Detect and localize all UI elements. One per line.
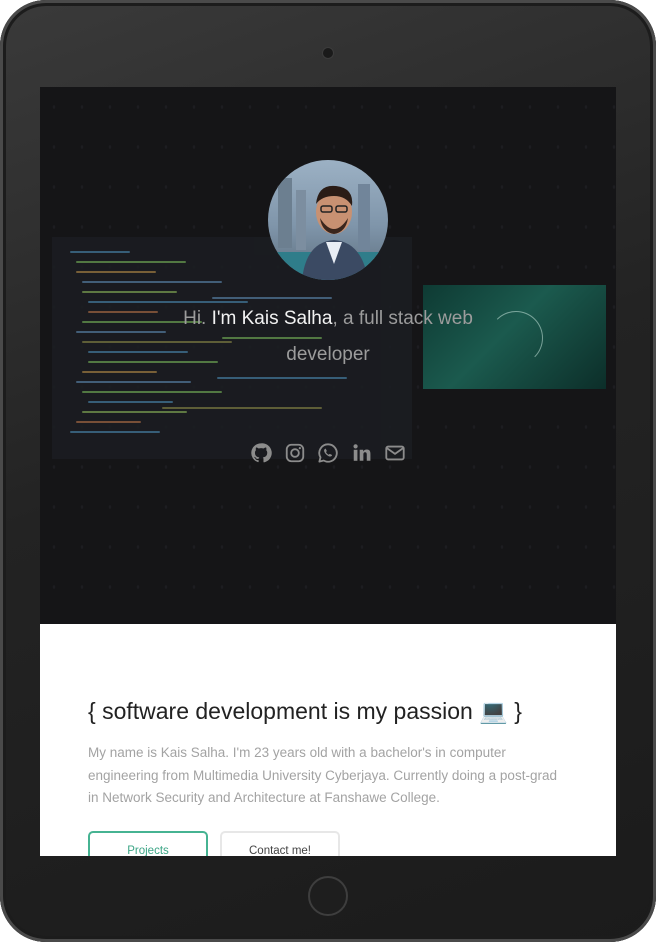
projects-button[interactable]: Projects bbox=[88, 831, 208, 856]
hero-intro: Hi. I'm Kais Salha, a full stack web dev… bbox=[178, 301, 478, 373]
contact-button[interactable]: Contact me! bbox=[220, 831, 340, 856]
whatsapp-icon[interactable] bbox=[317, 442, 339, 464]
avatar bbox=[268, 160, 388, 280]
intro-prefix: Hi. bbox=[183, 308, 212, 329]
instagram-icon[interactable] bbox=[284, 442, 306, 464]
social-links bbox=[250, 441, 406, 465]
loading-ring-graphic bbox=[489, 311, 543, 365]
github-icon[interactable] bbox=[250, 442, 272, 464]
linkedin-icon[interactable] bbox=[351, 442, 373, 464]
front-camera bbox=[323, 48, 333, 58]
hero-section: Hi. I'm Kais Salha, a full stack web dev… bbox=[40, 87, 616, 624]
home-button[interactable] bbox=[308, 876, 348, 916]
screen: Hi. I'm Kais Salha, a full stack web dev… bbox=[40, 87, 616, 856]
about-bio: My name is Kais Salha. I'm 23 years old … bbox=[88, 745, 557, 805]
tablet-frame: Hi. I'm Kais Salha, a full stack web dev… bbox=[0, 0, 656, 942]
about-section: { software development is my passion 💻 }… bbox=[40, 624, 616, 856]
about-headline: { software development is my passion 💻 } bbox=[88, 698, 522, 724]
intro-name: I'm Kais Salha bbox=[211, 308, 333, 329]
envelope-icon[interactable] bbox=[384, 442, 406, 464]
